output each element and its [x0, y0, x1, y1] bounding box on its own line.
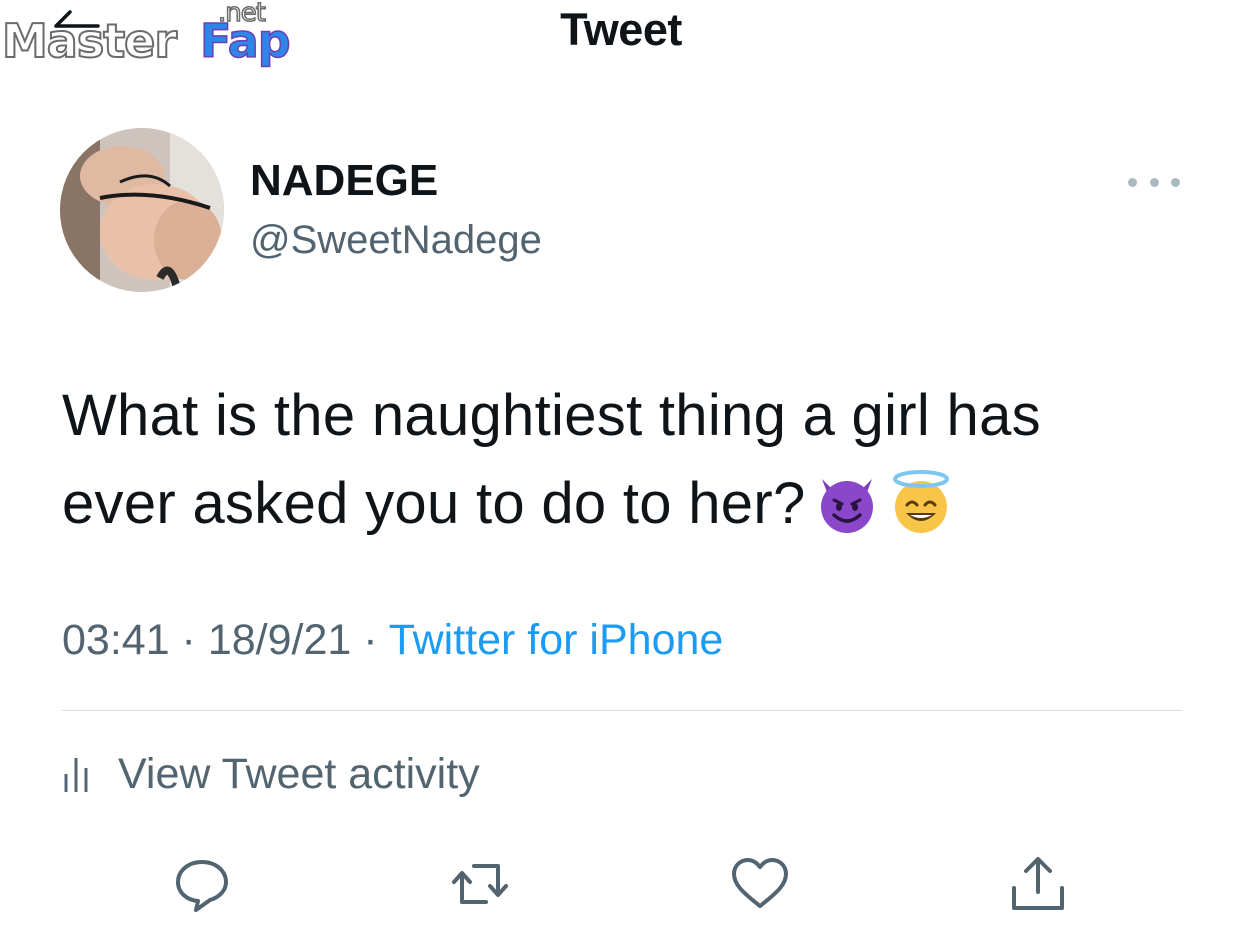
author-handle[interactable]: @SweetNadege: [250, 218, 542, 263]
retweet-icon[interactable]: [450, 854, 510, 914]
dot: [1171, 177, 1180, 187]
page-title: Tweet: [560, 4, 682, 55]
meta-separator: ·: [351, 616, 389, 664]
tweet-source-link[interactable]: Twitter for iPhone: [389, 616, 724, 664]
author-display-name[interactable]: NADEGE: [250, 156, 438, 206]
tweet-text: What is the naughtiest thing a girl has …: [62, 372, 1202, 548]
avatar-image: [60, 128, 224, 292]
avatar[interactable]: [60, 128, 224, 292]
meta-separator: ·: [169, 616, 208, 664]
more-options-icon[interactable]: [1128, 172, 1180, 192]
view-tweet-activity-label: View Tweet activity: [118, 749, 480, 798]
tweet-time: 03:41: [62, 616, 170, 664]
smiling-halo-emoji-icon: [892, 469, 949, 533]
share-icon[interactable]: [1008, 854, 1068, 914]
dot: [1128, 177, 1137, 187]
tweet-date: 18/9/21: [207, 616, 352, 664]
tweet-text-line-2-wrapper: ever asked you to do to her?: [62, 460, 1202, 548]
view-tweet-activity-button[interactable]: View Tweet activity: [62, 746, 480, 802]
smiling-devil-emoji-icon: [820, 478, 873, 533]
reply-icon[interactable]: [172, 854, 232, 914]
divider: [62, 710, 1182, 711]
tweet-text-line-2: ever asked you to do to her?: [62, 471, 806, 536]
like-icon[interactable]: [730, 854, 790, 914]
tweet-meta: 03:41 · 18/9/21 · Twitter for iPhone: [62, 616, 723, 665]
dot: [1149, 177, 1159, 187]
analytics-icon: [64, 758, 88, 792]
tweet-text-line-1: What is the naughtiest thing a girl has: [62, 383, 1041, 448]
